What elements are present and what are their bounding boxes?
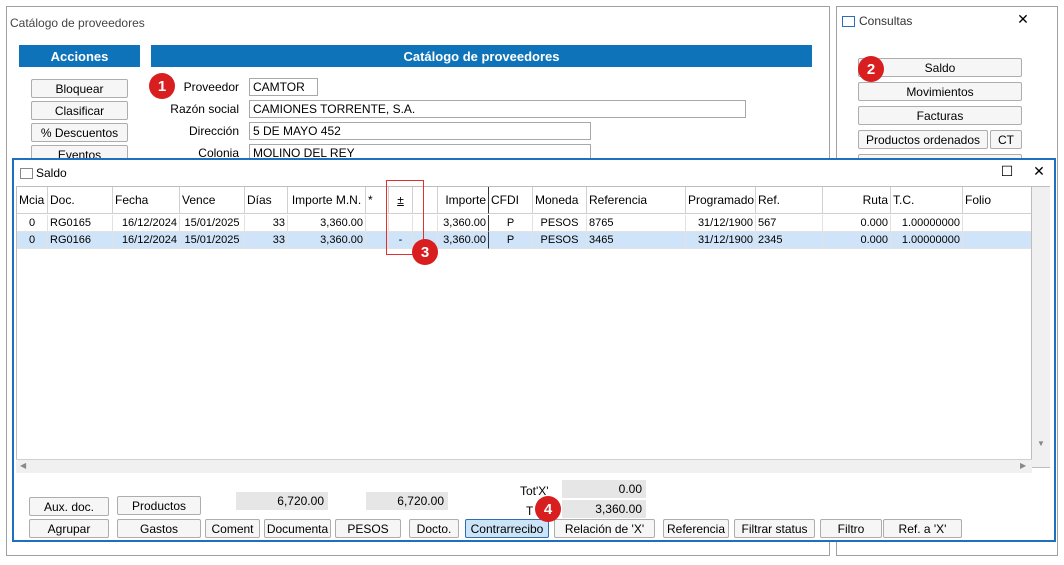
cell-programado: 31/12/1900 [686, 215, 756, 232]
cell-moneda: PESOS [533, 232, 587, 249]
total-importe-mn: 6,720.00 [236, 492, 328, 510]
column-header-ref[interactable]: Ref. [756, 187, 823, 214]
cell-doc: RG0165 [48, 215, 113, 232]
cell-importe: 3,360.00 [438, 215, 489, 232]
cell-ruta: 0.000 [823, 232, 891, 249]
horizontal-scrollbar[interactable]: ◀ ▶ [16, 459, 1032, 473]
documenta-button[interactable]: Documenta [264, 519, 331, 538]
column-header-importe-mn[interactable]: Importe M.N. [288, 187, 366, 214]
column-header-doc[interactable]: Doc. [48, 187, 113, 214]
cell-moneda: PESOS [533, 215, 587, 232]
catalogo-window-title: Catálogo de proveedores [10, 16, 145, 30]
clasificar-button[interactable]: Clasificar [31, 101, 128, 120]
cell-importe: 3,360.00 [438, 232, 489, 249]
cell-importe-mn: 3,360.00 [288, 215, 366, 232]
productos-ordenados-button[interactable]: Productos ordenados [858, 130, 988, 149]
cell-ruta: 0.000 [823, 215, 891, 232]
window-icon [20, 168, 33, 179]
step-badge-3: 3 [412, 239, 438, 265]
maximize-icon[interactable]: ☐ [998, 163, 1016, 180]
docto-button[interactable]: Docto. [409, 519, 459, 538]
cell-folio [963, 215, 1031, 232]
table-row[interactable]: 0 RG0165 16/12/2024 15/01/2025 33 3,360.00 3,3… [17, 215, 1031, 232]
column-header-dias[interactable]: Días [245, 187, 288, 214]
ct-button[interactable]: CT [990, 130, 1022, 149]
direccion-label: Dirección [188, 124, 239, 138]
gastos-button[interactable]: Gastos [117, 519, 201, 538]
cell-fecha: 16/12/2024 [113, 232, 180, 249]
acciones-header: Acciones [19, 45, 140, 67]
cell-importe-mn: 3,360.00 [288, 232, 366, 249]
scroll-right-icon[interactable]: ▶ [1020, 461, 1026, 470]
column-header-referencia[interactable]: Referencia [587, 187, 686, 214]
step-badge-1: 1 [149, 73, 175, 99]
cell-dias: 33 [245, 232, 288, 249]
cell-ref: 567 [756, 215, 823, 232]
referencia-button[interactable]: Referencia [663, 519, 729, 538]
cell-mcia: 0 [17, 232, 48, 249]
column-header-mcia[interactable]: Mcia [17, 187, 48, 214]
razon-social-field[interactable]: CAMIONES TORRENTE, S.A. [249, 100, 746, 118]
column-header-programado[interactable]: Programado [686, 187, 756, 214]
scroll-left-icon[interactable]: ◀ [20, 461, 26, 470]
column-header-tc[interactable]: T.C. [891, 187, 963, 214]
razon-social-label: Razón social [170, 102, 239, 116]
catalogo-header: Catálogo de proveedores [151, 45, 812, 67]
vertical-scrollbar[interactable]: ▼ [1032, 186, 1050, 468]
cell-cfdi: P [489, 215, 533, 232]
saldo-title: Saldo [36, 166, 67, 180]
filtro-button[interactable]: Filtro [820, 519, 882, 538]
descuentos-button[interactable]: % Descuentos [31, 123, 128, 142]
cell-cfdi: P [489, 232, 533, 249]
total-importe: 6,720.00 [366, 492, 448, 510]
scroll-down-icon[interactable]: ▼ [1037, 439, 1045, 448]
cell-doc: RG0166 [48, 232, 113, 249]
cell-vence: 15/01/2025 [180, 232, 245, 249]
close-icon[interactable]: ✕ [1015, 11, 1031, 28]
step-badge-4: 4 [535, 496, 561, 522]
cell-tc: 1.00000000 [891, 232, 963, 249]
column-header-moneda[interactable]: Moneda [533, 187, 587, 214]
close-icon[interactable]: ✕ [1030, 163, 1048, 180]
cell-fecha: 16/12/2024 [113, 215, 180, 232]
direccion-field[interactable]: 5 DE MAYO 452 [249, 122, 591, 140]
column-header-ruta[interactable]: Ruta [823, 187, 891, 214]
cell-mcia: 0 [17, 215, 48, 232]
cell-referencia: 8765 [587, 215, 686, 232]
column-header-fecha[interactable]: Fecha [113, 187, 180, 214]
total-label: T [526, 504, 534, 518]
coment-button[interactable]: Coment [205, 519, 260, 538]
filtrar-status-button[interactable]: Filtrar status [734, 519, 815, 538]
table-row[interactable]: 0 RG0166 16/12/2024 15/01/2025 33 3,360.00-3,… [17, 232, 1031, 249]
saldo-window: Saldo ☐ ✕ Mcia Doc. Fecha Vence Días Importe … [12, 158, 1056, 542]
relacion-x-button[interactable]: Relación de 'X' [554, 519, 655, 538]
window-icon [842, 16, 855, 27]
pesos-button[interactable]: PESOS [335, 519, 401, 538]
proveedor-field[interactable]: CAMTOR [249, 78, 318, 96]
bloquear-button[interactable]: Bloquear [31, 79, 128, 98]
productos-button[interactable]: Productos [117, 496, 201, 515]
contrarrecibo-button[interactable]: Contrarrecibo [465, 519, 549, 538]
ref-a-x-button[interactable]: Ref. a 'X' [883, 519, 962, 538]
facturas-button[interactable]: Facturas [858, 106, 1022, 125]
agrupar-button[interactable]: Agrupar [29, 519, 109, 538]
cell-vence: 15/01/2025 [180, 215, 245, 232]
cell-programado: 31/12/1900 [686, 232, 756, 249]
movimientos-button[interactable]: Movimientos [858, 82, 1022, 101]
column-header-vence[interactable]: Vence [180, 187, 245, 214]
cell-ref: 2345 [756, 232, 823, 249]
total-value: 3,360.00 [562, 500, 646, 518]
step-badge-2: 2 [858, 56, 884, 82]
tot-x-value: 0.00 [562, 480, 646, 498]
cell-folio [963, 232, 1031, 249]
cell-tc: 1.00000000 [891, 215, 963, 232]
column-header-cfdi[interactable]: CFDI [489, 187, 533, 214]
cell-dias: 33 [245, 215, 288, 232]
consultas-title: Consultas [859, 14, 913, 28]
column-header-importe[interactable]: Importe [438, 187, 489, 214]
aux-doc-button[interactable]: Aux. doc. [29, 497, 109, 516]
saldo-grid: Mcia Doc. Fecha Vence Días Importe M.N. * ± Impo… [16, 186, 1032, 468]
cell-referencia: 3465 [587, 232, 686, 249]
column-header-folio[interactable]: Folio [963, 187, 1031, 214]
